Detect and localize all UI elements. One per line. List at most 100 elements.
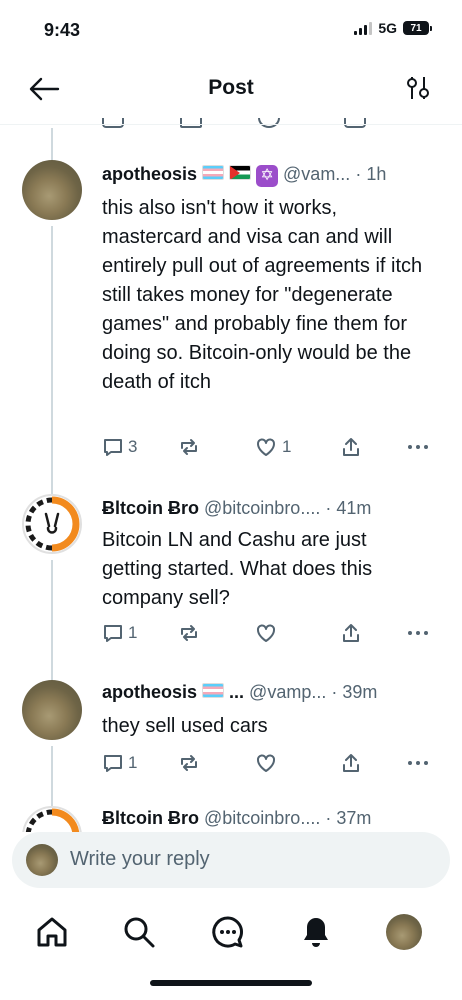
status-bar: 9:43 5G 71	[0, 0, 462, 60]
star-of-david-icon: ✡	[256, 165, 279, 187]
sliders-icon[interactable]	[404, 74, 432, 102]
reply-input-placeholder[interactable]: Write your reply	[70, 848, 210, 871]
post-actions: 1	[100, 622, 440, 652]
avatar[interactable]	[22, 806, 82, 832]
battery-level: 71	[403, 21, 429, 35]
share-icon	[343, 754, 359, 772]
separator: ·	[325, 808, 332, 828]
tab-messages[interactable]	[208, 912, 248, 952]
name-ellipsis: ...	[229, 682, 245, 702]
repost-button[interactable]	[178, 436, 200, 458]
handle[interactable]: @vam...	[283, 164, 350, 185]
timestamp: 1h	[366, 164, 387, 184]
messages-icon	[212, 916, 244, 948]
more-icon	[408, 761, 428, 765]
reply-button[interactable]: 1	[102, 622, 137, 644]
heart-icon	[257, 624, 275, 642]
reply-composer[interactable]: Write your reply	[12, 832, 450, 888]
profile-avatar	[386, 914, 422, 950]
repost-icon	[181, 625, 197, 641]
post-actions: 3 1	[100, 436, 440, 466]
separator: ·	[355, 164, 362, 184]
reply-count: 1	[128, 623, 138, 642]
handle[interactable]: @vamp...	[249, 682, 326, 703]
reply-count: 1	[128, 753, 138, 772]
avatar[interactable]	[22, 160, 82, 220]
share-icon	[343, 438, 359, 456]
share-button[interactable]	[340, 436, 362, 458]
post[interactable]: Ƀltcoin Ƀro @bitcoinbro.... · 37m	[0, 806, 462, 832]
home-indicator	[150, 980, 312, 986]
page-title: Post	[208, 76, 254, 99]
bell-icon	[304, 918, 328, 947]
search-icon	[124, 917, 155, 948]
bitcoin-bro-avatar-icon	[25, 808, 80, 832]
battery-icon: 71	[403, 21, 432, 35]
post-header: Ƀltcoin Ƀro @bitcoinbro.... · 37m	[102, 808, 440, 829]
bottom-tab-bar	[0, 900, 462, 970]
repost-button[interactable]	[178, 752, 200, 774]
separator: ·	[331, 682, 338, 702]
share-button[interactable]	[340, 622, 362, 644]
reply-icon	[104, 625, 122, 642]
post-text: they sell used cars	[102, 715, 268, 737]
top-bar: Post	[0, 62, 462, 116]
tab-notifications[interactable]	[296, 912, 336, 952]
like-button[interactable]: 1	[254, 436, 291, 458]
post-header: apotheosis ... @vamp... · 39m	[102, 682, 440, 703]
repost-icon	[181, 755, 197, 771]
tab-profile[interactable]	[384, 912, 424, 952]
status-time: 9:43	[44, 20, 81, 40]
header-divider	[0, 124, 462, 125]
like-button[interactable]	[254, 622, 278, 644]
post-actions: 1	[100, 752, 440, 782]
timestamp: 41m	[336, 498, 372, 518]
post-text: this also isn't how it works, mastercard…	[102, 197, 423, 393]
reply-button[interactable]: 3	[102, 436, 137, 458]
post-text: Bitcoin LN and Cashu are just getting st…	[102, 529, 373, 609]
more-icon	[408, 445, 428, 449]
display-name[interactable]: apotheosis	[102, 682, 197, 703]
home-icon	[37, 917, 67, 947]
reply-button[interactable]: 1	[102, 752, 137, 774]
display-name[interactable]: Ƀltcoin Ƀro	[102, 498, 199, 519]
bitcoin-bro-avatar-icon	[25, 496, 80, 552]
tab-home[interactable]	[32, 912, 72, 952]
composer-avatar	[26, 844, 58, 876]
post[interactable]: apotheosis ✡ @vam... · 1h this also isn'…	[0, 160, 462, 490]
avatar[interactable]	[22, 680, 82, 740]
timestamp: 37m	[336, 808, 372, 828]
more-button[interactable]	[406, 622, 430, 644]
timestamp: 39m	[342, 682, 378, 702]
display-name[interactable]: Ƀltcoin Ƀro	[102, 808, 199, 829]
more-button[interactable]	[406, 752, 430, 774]
trans-flag-icon	[202, 165, 225, 180]
like-button[interactable]	[254, 752, 278, 774]
palestine-flag-icon	[229, 165, 252, 180]
share-icon	[343, 624, 359, 642]
post-header: apotheosis ✡ @vam... · 1h	[102, 164, 440, 187]
share-button[interactable]	[340, 752, 362, 774]
heart-icon	[257, 438, 275, 456]
like-count: 1	[282, 437, 292, 456]
more-button[interactable]	[406, 436, 430, 458]
reply-icon	[104, 439, 122, 456]
more-icon	[408, 631, 428, 635]
handle[interactable]: @bitcoinbro....	[204, 808, 320, 829]
display-name[interactable]: apotheosis	[102, 164, 197, 185]
tab-search[interactable]	[119, 912, 159, 952]
handle[interactable]: @bitcoinbro....	[204, 498, 320, 519]
reply-count: 3	[128, 437, 138, 456]
repost-icon	[181, 439, 197, 455]
status-indicators: 5G 71	[354, 20, 432, 36]
reply-icon	[104, 755, 122, 772]
signal-icon	[354, 21, 373, 35]
repost-button[interactable]	[178, 622, 200, 644]
avatar[interactable]	[22, 494, 82, 554]
post[interactable]: Ƀltcoin Ƀro @bitcoinbro.... · 41m Bitcoi…	[0, 494, 462, 664]
post-header: Ƀltcoin Ƀro @bitcoinbro.... · 41m	[102, 498, 440, 519]
thread-line	[51, 128, 53, 160]
network-label: 5G	[378, 20, 397, 36]
separator: ·	[325, 498, 332, 518]
post[interactable]: apotheosis ... @vamp... · 39m they sell …	[0, 680, 462, 790]
